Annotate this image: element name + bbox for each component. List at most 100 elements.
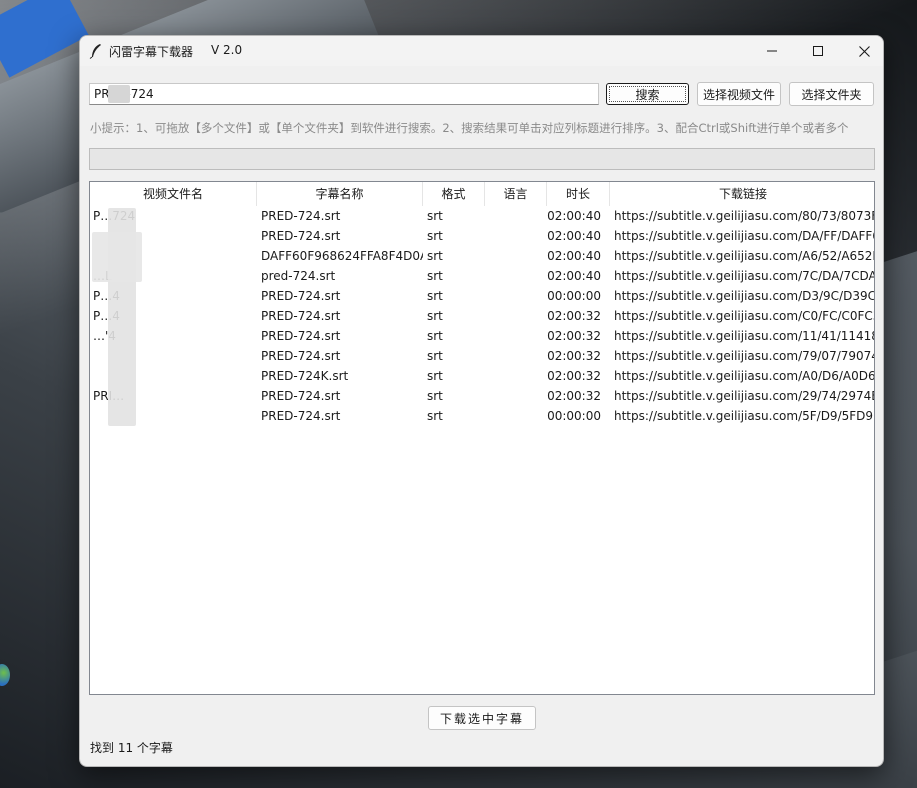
select-folder-label: 选择文件夹 [801,87,862,102]
title-bar[interactable]: 闪雷字幕下载器 V 2.0 [80,36,883,66]
cell-download-link: https://subtitle.v.geilijiasu.com/79/07/… [614,349,875,363]
cell-language [485,286,547,306]
column-header-subtitle-name[interactable]: 字幕名称 [257,182,423,206]
cell-language [485,386,547,406]
column-header-video-file[interactable]: 视频文件名 [90,182,257,206]
cell-subtitle-name: PRED-724.srt [261,409,341,423]
cell-download-link: https://subtitle.v.geilijiasu.com/7C/DA/… [614,269,875,283]
cell-subtitle-name: PRED-724.srt [261,229,341,243]
results-table[interactable]: 视频文件名 字幕名称 格式 语言 时长 下载链接 P…724PRED-724.s… [89,181,875,695]
cell-language [485,266,547,286]
cell-format: srt [427,409,443,423]
redaction-blur [92,232,142,282]
column-header-format[interactable]: 格式 [423,182,485,206]
redaction-blur [108,85,130,103]
cell-subtitle-name: PRED-724.srt [261,309,341,323]
cell-duration: 02:00:32 [547,349,601,363]
cell-format: srt [427,329,443,343]
cell-format: srt [427,389,443,403]
table-row[interactable]: P…4 PRED-724.srt srt 00:00:00 https://subtit… [90,286,874,306]
table-row[interactable]: PRED-724.srt srt 02:00:40 https://subtitle.… [90,226,874,246]
column-header-language[interactable]: 语言 [485,182,547,206]
minimize-icon [767,50,777,52]
cell-duration: 02:00:32 [547,329,601,343]
status-text: 找到 11 个字幕 [90,741,173,755]
cell-duration: 02:00:40 [547,269,601,283]
table-row[interactable]: P…4 PRED-724.srt srt 02:00:32 https://subtit… [90,306,874,326]
table-row[interactable]: …'4 PRED-724.srt srt 02:00:32 https://subtit… [90,326,874,346]
minimize-button[interactable] [749,36,795,66]
cell-subtitle-name: pred-724.srt [261,269,336,283]
download-selected-label: 下载选中字幕 [439,711,524,726]
app-window: 闪雷字幕下载器 V 2.0 搜索 选择视频文件 选择文件夹 小提示：1、可拖放【… [79,35,884,767]
cell-subtitle-name: PRED-724.srt [261,349,341,363]
cell-duration: 02:00:32 [547,309,601,323]
cell-language [485,406,547,426]
table-row[interactable]: DAFF60F968624FFA8F4D0A7 srt 02:00:40 https:… [90,246,874,266]
cell-duration: 00:00:00 [547,289,601,303]
cell-subtitle-name: PRED-724.srt [261,289,341,303]
cell-language [485,346,547,366]
cell-format: srt [427,269,443,283]
cell-duration: 02:00:40 [547,209,601,223]
table-row[interactable]: P…724PRED-724.srtsrt02:00:40https://subt… [90,206,874,226]
download-selected-button[interactable]: 下载选中字幕 [428,706,536,730]
cell-download-link: https://subtitle.v.geilijiasu.com/A6/52/… [614,249,875,263]
cell-format: srt [427,309,443,323]
cell-language [485,366,547,386]
progress-bar [89,148,875,170]
select-video-file-button[interactable]: 选择视频文件 [697,82,781,106]
cell-format: srt [427,229,443,243]
cell-subtitle-name: PRED-724.srt [261,209,341,223]
close-icon [858,45,870,57]
maximize-icon [813,46,823,56]
cell-language [485,226,547,246]
cell-format: srt [427,209,443,223]
version-label: V 2.0 [211,43,243,57]
cell-download-link: https://subtitle.v.geilijiasu.com/80/73/… [614,209,875,223]
cell-subtitle-name: PRED-724.srt [261,389,341,403]
cell-language [485,246,547,266]
cell-download-link: https://subtitle.v.geilijiasu.com/A0/D6/… [614,369,875,383]
cell-language [485,206,547,226]
cell-duration: 02:00:40 [547,249,601,263]
cell-language [485,306,547,326]
table-row[interactable]: PRED-724.srt srt 00:00:00 https://subtitle.… [90,406,874,426]
usage-hint: 小提示：1、可拖放【多个文件】或【单个文件夹】到软件进行搜索。2、搜索结果可单击… [90,121,849,135]
table-row[interactable]: …Lpred-724.srtsrt02:00:40https://subtitl… [90,266,874,286]
cell-format: srt [427,369,443,383]
cell-language [485,326,547,346]
cell-download-link: https://subtitle.v.geilijiasu.com/DA/FF/… [614,229,875,243]
cell-subtitle-name: PRED-724K.srt [261,369,349,383]
table-row[interactable]: PRED-724.srt srt 02:00:32 https://subtitle.… [90,346,874,366]
search-button[interactable]: 搜索 [606,83,689,105]
cell-duration: 02:00:40 [547,229,601,243]
window-title: 闪雷字幕下载器 [109,45,194,59]
table-row[interactable]: PRED-724K.srt srt 02:00:32 https://subtitle… [90,366,874,386]
cell-format: srt [427,349,443,363]
cell-duration: 02:00:32 [547,389,601,403]
table-header: 视频文件名 字幕名称 格式 语言 时长 下载链接 [90,182,874,206]
cell-subtitle-name: PRED-724.srt [261,329,341,343]
cell-duration: 02:00:32 [547,369,601,383]
cell-download-link: https://subtitle.v.geilijiasu.com/D3/9C/… [614,289,875,303]
focus-ring [609,86,686,102]
cell-download-link: https://subtitle.v.geilijiasu.com/C0/FC/… [614,309,875,323]
cell-subtitle-name: DAFF60F968624FFA8F4D0A7 [261,249,423,263]
globe-icon[interactable] [0,664,10,686]
cell-duration: 00:00:00 [547,409,601,423]
cell-download-link: https://subtitle.v.geilijiasu.com/29/74/… [614,389,875,403]
cell-download-link: https://subtitle.v.geilijiasu.com/11/41/… [614,329,875,343]
feather-icon [89,44,101,59]
column-header-download-link[interactable]: 下载链接 [610,182,874,206]
cell-format: srt [427,289,443,303]
select-folder-button[interactable]: 选择文件夹 [789,82,874,106]
column-header-duration[interactable]: 时长 [547,182,610,206]
close-button[interactable] [841,36,883,66]
table-row[interactable]: PRI…PRED-724.srtsrt02:00:32https://subti… [90,386,874,406]
maximize-button[interactable] [795,36,841,66]
cell-download-link: https://subtitle.v.geilijiasu.com/5F/D9/… [614,409,875,423]
cell-format: srt [427,249,443,263]
search-input[interactable] [89,83,599,105]
select-video-file-label: 选择视频文件 [702,87,775,102]
